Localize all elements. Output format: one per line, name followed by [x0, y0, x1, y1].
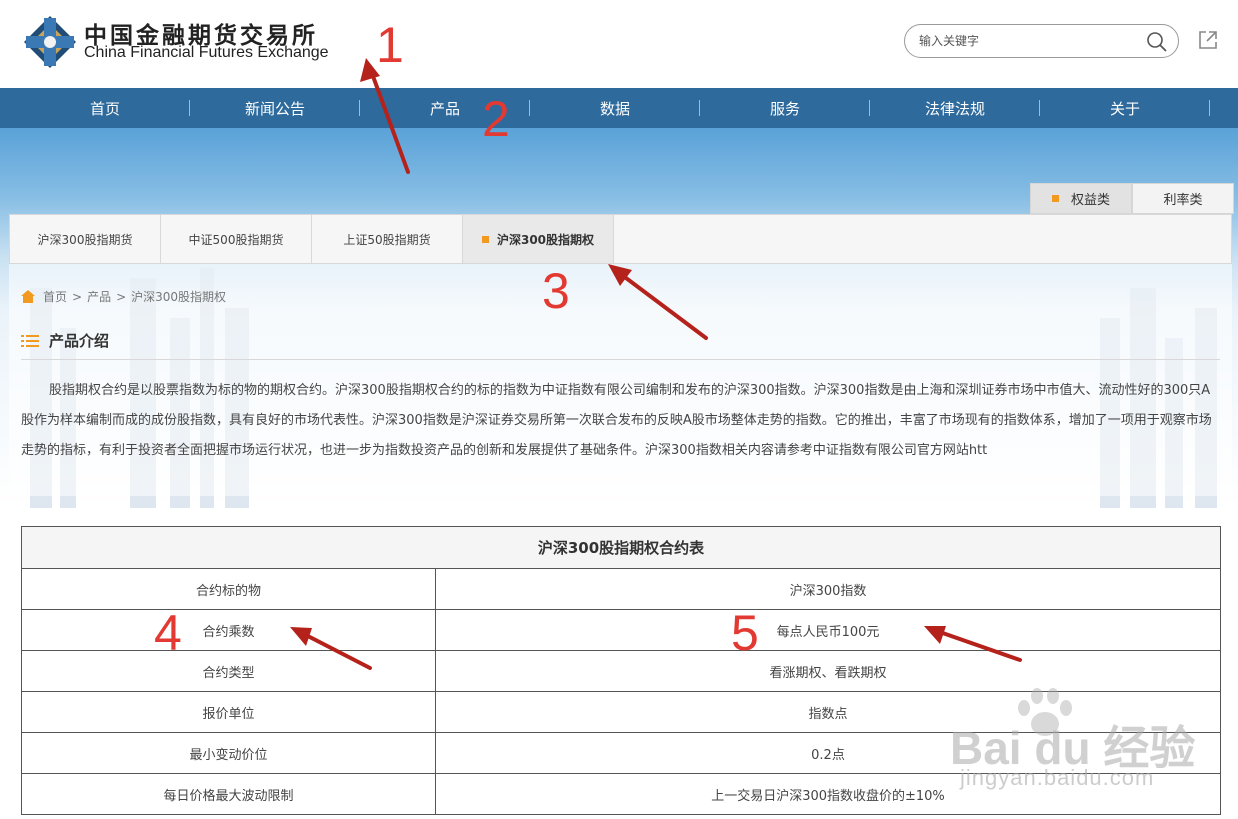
tab-csi500-futures[interactable]: 中证500股指期货 — [161, 215, 312, 263]
tab-equity-label: 权益类 — [1070, 193, 1110, 208]
nav-data[interactable]: 数据 — [530, 88, 700, 128]
main-nav: 首页 新闻公告 产品 数据 服务 法律法规 关于 — [0, 88, 1238, 128]
nav-news[interactable]: 新闻公告 — [190, 88, 360, 128]
row-key: 最小变动价位 — [21, 732, 436, 774]
nav-home[interactable]: 首页 — [20, 88, 190, 128]
home-icon — [21, 290, 35, 303]
nav-laws-label: 法律法规 — [924, 99, 985, 118]
category-tabs: 权益类 利率类 — [1030, 183, 1234, 214]
tab-equity[interactable]: 权益类 — [1030, 183, 1132, 214]
nav-about[interactable]: 关于 — [1040, 88, 1210, 128]
list-icon — [21, 334, 39, 347]
breadcrumb: 首页 > 产品 > 沪深300股指期权 — [21, 288, 226, 305]
product-intro-text: 股指期权合约是以股票指数为标的物的期权合约。沪深300股指期权合约的标的指数为中… — [21, 383, 1212, 458]
tab-sse50-futures-label: 上证50股指期货 — [343, 232, 431, 247]
search-icon[interactable] — [1146, 31, 1168, 53]
cffex-logo[interactable] — [22, 14, 78, 70]
share-icon[interactable] — [1196, 28, 1220, 52]
row-key: 每日价格最大波动限制 — [21, 773, 436, 815]
nav-products-label: 产品 — [429, 99, 460, 118]
annotation-3: 3 — [542, 263, 570, 319]
row-value: 看涨期权、看跌期权 — [435, 650, 1221, 692]
nav-news-label: 新闻公告 — [244, 99, 305, 118]
tab-csi500-futures-label: 中证500股指期货 — [188, 232, 284, 247]
divider — [21, 359, 1220, 360]
breadcrumb-current: 沪深300股指期权 — [131, 290, 227, 304]
nav-about-label: 关于 — [1109, 99, 1140, 118]
row-key: 合约乘数 — [21, 609, 436, 651]
logo-english-name: China Financial Futures Exchange — [84, 44, 329, 61]
breadcrumb-products[interactable]: 产品 — [87, 288, 111, 305]
row-key: 报价单位 — [21, 691, 436, 733]
nav-laws[interactable]: 法律法规 — [870, 88, 1040, 128]
table-row: 合约乘数 每点人民币100元 — [21, 609, 1221, 651]
row-value: 每点人民币100元 — [435, 609, 1221, 651]
nav-data-label: 数据 — [599, 99, 630, 118]
tab-csi300-options[interactable]: 沪深300股指期权 — [463, 215, 614, 263]
section-title-text: 产品介绍 — [49, 332, 110, 350]
search-box — [904, 24, 1179, 58]
annotation-1: 1 — [376, 17, 404, 73]
baidu-url-watermark: jingyan.baidu.com — [960, 765, 1155, 790]
table-title: 沪深300股指期权合约表 — [21, 526, 1221, 569]
tab-csi300-futures[interactable]: 沪深300股指期货 — [10, 215, 161, 263]
active-marker-icon — [481, 235, 489, 243]
tab-interest-rate[interactable]: 利率类 — [1132, 183, 1234, 214]
breadcrumb-home[interactable]: 首页 — [43, 288, 67, 305]
row-key: 合约类型 — [21, 650, 436, 692]
product-tabs: 沪深300股指期货 中证500股指期货 上证50股指期货 沪深300股指期权 — [9, 214, 1232, 264]
tab-interest-rate-label: 利率类 — [1163, 193, 1203, 208]
tab-csi300-options-label: 沪深300股指期权 — [496, 232, 595, 247]
row-value: 沪深300指数 — [435, 568, 1221, 610]
tab-sse50-futures[interactable]: 上证50股指期货 — [312, 215, 463, 263]
annotation-4: 4 — [154, 605, 182, 661]
nav-services[interactable]: 服务 — [700, 88, 870, 128]
nav-services-label: 服务 — [769, 99, 800, 118]
active-marker-icon — [1051, 195, 1059, 202]
tab-csi300-futures-label: 沪深300股指期货 — [37, 232, 133, 247]
section-title: 产品介绍 — [21, 330, 109, 351]
annotation-2: 2 — [482, 91, 510, 147]
search-input[interactable] — [919, 31, 1139, 51]
annotation-5: 5 — [731, 605, 759, 661]
row-key: 合约标的物 — [21, 568, 436, 610]
site-header: 中国金融期货交易所 China Financial Futures Exchan… — [0, 0, 1238, 88]
nav-home-label: 首页 — [89, 99, 120, 118]
table-row: 合约标的物 沪深300指数 — [21, 568, 1221, 610]
